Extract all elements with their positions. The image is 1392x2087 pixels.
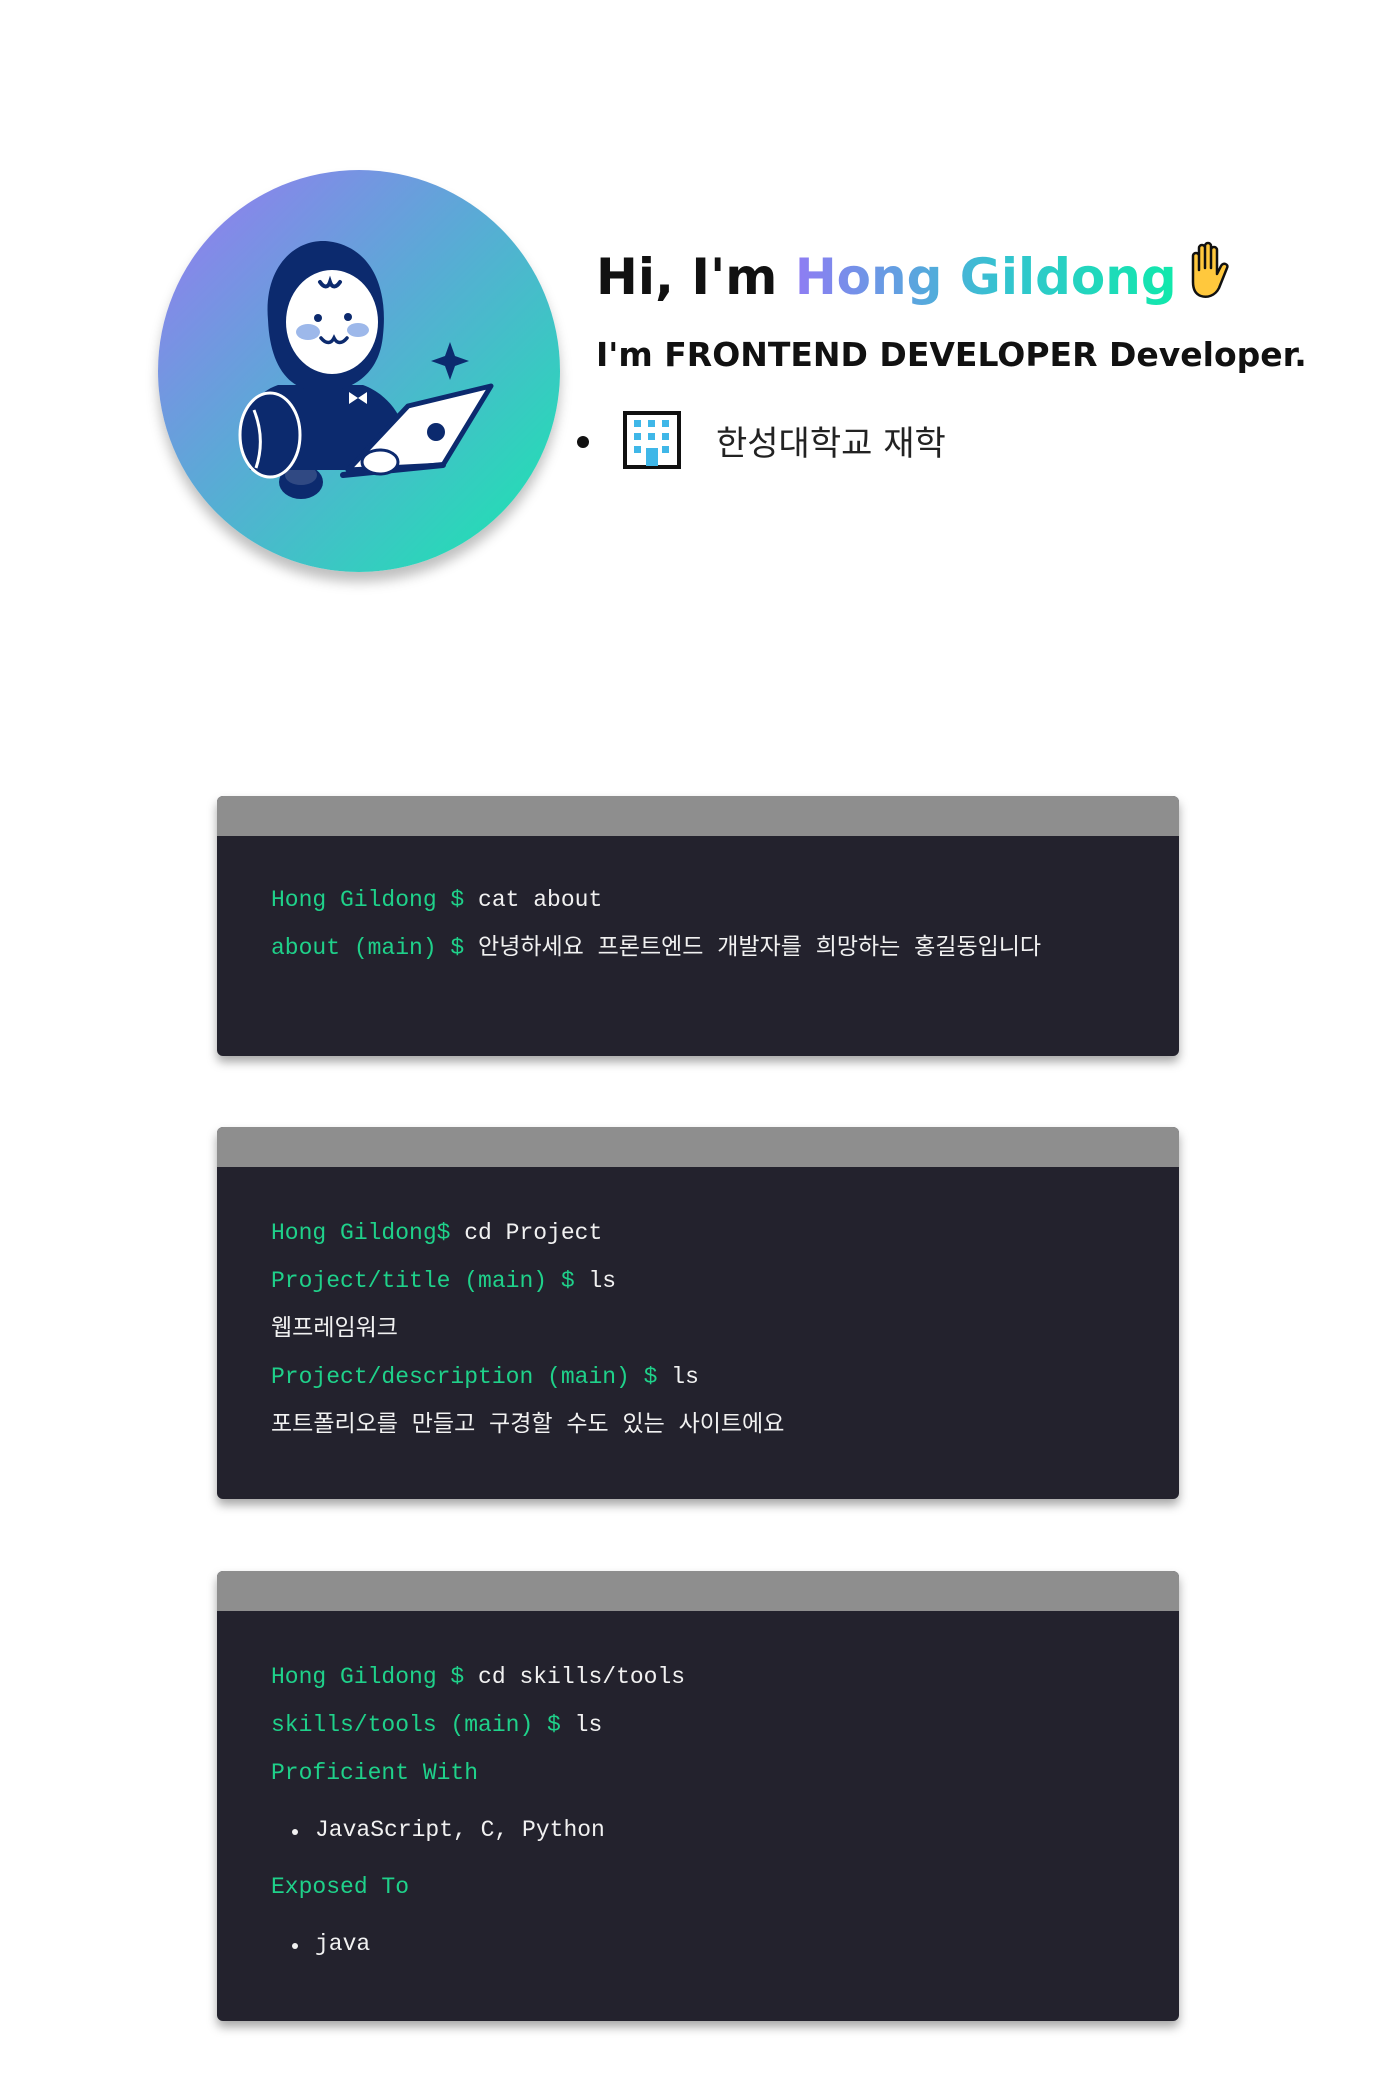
- terminal-command: ls: [574, 1712, 603, 1738]
- terminal-title-bar: [217, 1127, 1179, 1167]
- terminal-command: cd Project: [464, 1220, 603, 1246]
- terminal-prompt: Project/title (main) $: [271, 1268, 589, 1294]
- intro: Hi, I'm Hong Gildong I'm FRONTEND DEVELO…: [577, 240, 1356, 472]
- terminal-line: 웹프레임워크: [271, 1313, 1125, 1346]
- exposed-list: java: [271, 1928, 1125, 1961]
- role-subtitle: I'm FRONTEND DEVELOPER Developer.: [596, 335, 1307, 374]
- terminal-command: cat about: [478, 887, 603, 913]
- terminal-prompt: Hong Gildong $: [271, 887, 479, 913]
- terminal-line: Hong Gildong $ cat about: [271, 884, 1125, 917]
- developer-name: Hong Gildong: [794, 248, 1177, 306]
- list-item: java: [271, 1928, 1125, 1961]
- terminal-prompt: Hong Gildong $: [271, 1664, 479, 1690]
- terminal-line: about (main) $ 안녕하세요 프론트엔드 개발자를 희망하는 홍길동…: [271, 932, 1125, 965]
- terminal-title-bar: [217, 796, 1179, 836]
- terminal-line: Project/description (main) $ ls: [271, 1361, 1125, 1394]
- school-status: 한성대학교 재학: [716, 423, 946, 464]
- terminal-title-bar: [217, 1571, 1179, 1611]
- project-terminal: Hong Gildong$ cd Project Project/title (…: [217, 1127, 1179, 1499]
- terminal-body: Hong Gildong$ cd Project Project/title (…: [217, 1167, 1179, 1497]
- terminal-body: Hong Gildong $ cat about about (main) $ …: [217, 836, 1179, 1020]
- terminal-line: Hong Gildong $ cd skills/tools: [271, 1661, 1125, 1694]
- greeting-text: Hi, I'm: [596, 248, 795, 306]
- about-text: 안녕하세요 프론트엔드 개발자를 희망하는 홍길동입니다: [478, 935, 1042, 961]
- skills-terminal: Hong Gildong $ cd skills/tools skills/to…: [217, 1571, 1179, 2021]
- about-terminal: Hong Gildong $ cat about about (main) $ …: [217, 796, 1179, 1056]
- terminal-command: ls: [588, 1268, 617, 1294]
- list-item: JavaScript, C, Python: [271, 1814, 1125, 1847]
- avatar: [158, 170, 560, 572]
- terminal-line: 포트폴리오를 만들고 구경할 수도 있는 사이트에요: [271, 1409, 1125, 1442]
- terminal-line: skills/tools (main) $ ls: [271, 1709, 1125, 1742]
- building-icon: [623, 411, 681, 469]
- terminal-prompt: skills/tools (main) $: [271, 1712, 575, 1738]
- terminal-prompt: about (main) $: [271, 935, 479, 961]
- fact-item: 한성대학교 재학: [577, 408, 1356, 472]
- fact-list: 한성대학교 재학: [577, 408, 1356, 472]
- terminal-command: ls: [671, 1364, 699, 1390]
- terminal-prompt: Project/description (main) $: [271, 1364, 672, 1390]
- project-description: 포트폴리오를 만들고 구경할 수도 있는 사이트에요: [271, 1412, 785, 1438]
- project-title: 웹프레임워크: [271, 1316, 398, 1342]
- terminal-line: Project/title (main) $ ls: [271, 1265, 1125, 1298]
- exposed-heading: Exposed To: [271, 1874, 410, 1900]
- greeting-heading: Hi, I'm Hong Gildong: [596, 240, 1356, 312]
- terminal-line: Hong Gildong$ cd Project: [271, 1217, 1125, 1250]
- terminal-prompt: Hong Gildong$: [271, 1220, 465, 1246]
- proficient-heading: Proficient With: [271, 1760, 479, 1786]
- terminal-command: cd skills/tools: [478, 1664, 686, 1690]
- profile-header: Hi, I'm Hong Gildong I'm FRONTEND DEVELO…: [0, 0, 1392, 600]
- terminal-body: Hong Gildong $ cd skills/tools skills/to…: [217, 1611, 1179, 2021]
- waving-hand-icon: [1191, 241, 1229, 298]
- developer-illustration: [238, 240, 494, 499]
- proficient-list: JavaScript, C, Python: [271, 1814, 1125, 1847]
